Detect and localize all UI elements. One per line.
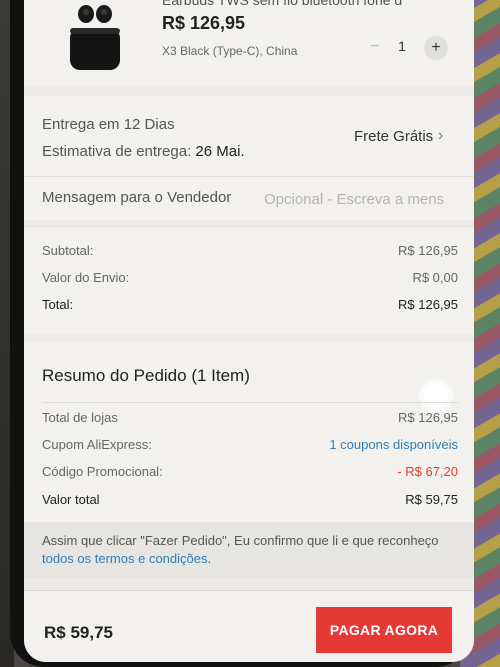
delivery-days: Entrega em 12 Dias [42, 116, 175, 133]
product-title[interactable]: Earbuds TWS sem fio bluetooth fone d [162, 0, 402, 8]
coupon-label: Cupom AliExpress: [42, 437, 152, 452]
checkout-screen: Earbuds TWS sem fio bluetooth fone d R$ … [24, 0, 474, 662]
phone-frame: Earbuds TWS sem fio bluetooth fone d R$ … [10, 0, 474, 667]
footer-total: R$ 59,75 [44, 623, 113, 642]
checkout-footer: R$ 59,75 PAGAR AGORA [24, 590, 474, 662]
seller-message-input[interactable] [264, 188, 459, 210]
promo-code-row[interactable]: Código Promocional: - R$ 67,20 [42, 464, 458, 479]
total-row: Total: R$ 126,95 [42, 297, 458, 312]
order-totals: Subtotal: R$ 126,95 Valor do Envio: R$ 0… [24, 226, 474, 334]
product-variant: X3 Black (Type-C), China [162, 44, 298, 58]
stores-total-value: R$ 126,95 [398, 410, 458, 425]
total-label: Total: [42, 297, 74, 312]
seller-message-label: Mensagem para o Vendedor [42, 189, 232, 206]
quantity-decrease-button[interactable]: − [364, 36, 386, 58]
promo-code-discount[interactable]: - R$ 67,20 [397, 464, 458, 479]
product-card: Earbuds TWS sem fio bluetooth fone d R$ … [24, 0, 474, 86]
shipping-cost-row: Valor do Envio: R$ 0,00 [42, 270, 458, 285]
product-price: R$ 126,95 [162, 13, 246, 33]
shipping-cost-label: Valor do Envio: [42, 270, 130, 285]
terms-text-before: Assim que clicar "Fazer Pedido", Eu conf… [42, 533, 439, 548]
delivery-estimate: Estimativa de entrega: 26 Mai. [42, 143, 245, 160]
coupon-row[interactable]: Cupom AliExpress: 1 coupons disponíveis [42, 437, 458, 452]
grand-total-label: Valor total [42, 492, 100, 507]
shipping-option[interactable]: Frete Grátis [354, 128, 433, 145]
coupon-available-link[interactable]: 1 coupons disponíveis [329, 437, 458, 452]
grand-total-value: R$ 59,75 [405, 492, 458, 507]
earbuds-product-image[interactable] [66, 2, 124, 72]
summary-divider [42, 402, 458, 403]
chevron-right-icon[interactable]: › [438, 127, 443, 145]
shipping-cost-value: R$ 0,00 [412, 270, 458, 285]
grand-total-row: Valor total R$ 59,75 [42, 492, 458, 507]
terms-text-after: . [207, 551, 212, 566]
quantity-increase-button[interactable]: + [424, 36, 448, 60]
delivery-section[interactable]: Entrega em 12 Dias Estimativa de entrega… [24, 96, 474, 176]
subtotal-label: Subtotal: [42, 243, 94, 258]
terms-notice: Assim que clicar "Fazer Pedido", Eu conf… [24, 522, 474, 578]
order-summary: Resumo do Pedido (1 Item) Total de lojas… [24, 342, 474, 522]
subtotal-value: R$ 126,95 [398, 243, 458, 258]
total-value: R$ 126,95 [398, 297, 458, 312]
camera-flash-glare [418, 378, 454, 414]
quantity-value: 1 [398, 38, 406, 54]
pay-now-button[interactable]: PAGAR AGORA [316, 607, 452, 653]
seller-message-row: Mensagem para o Vendedor [24, 176, 474, 220]
stores-total-label: Total de lojas [42, 410, 118, 425]
subtotal-row: Subtotal: R$ 126,95 [42, 243, 458, 258]
delivery-estimate-date: 26 Mai. [195, 143, 245, 160]
delivery-estimate-label: Estimativa de entrega: [42, 143, 196, 160]
order-summary-title: Resumo do Pedido (1 Item) [42, 366, 250, 385]
promo-code-label: Código Promocional: [42, 464, 163, 479]
stores-total-row: Total de lojas R$ 126,95 [42, 410, 458, 425]
terms-text: Assim que clicar "Fazer Pedido", Eu conf… [42, 532, 452, 568]
terms-link[interactable]: todos os termos e condições [42, 551, 207, 566]
